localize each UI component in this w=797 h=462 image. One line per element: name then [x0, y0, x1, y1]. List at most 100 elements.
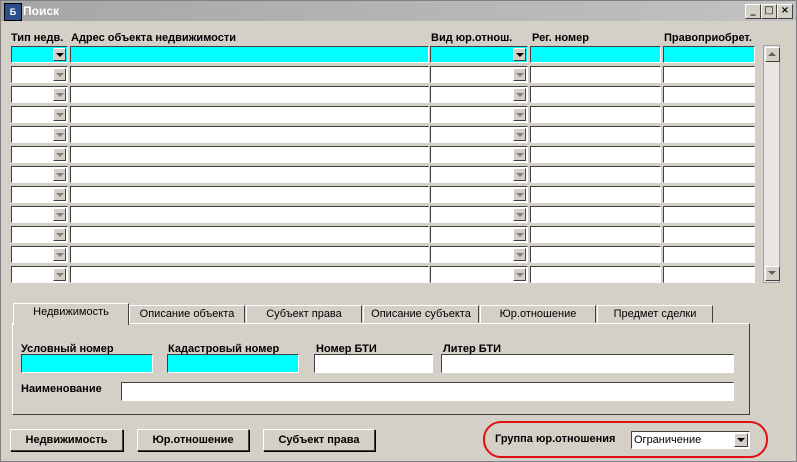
cell-type[interactable] — [11, 106, 68, 123]
chevron-down-icon[interactable] — [513, 208, 526, 221]
minimize-button[interactable]: _ — [745, 4, 761, 19]
tab-subject[interactable]: Субъект права — [246, 305, 362, 323]
chevron-down-icon[interactable] — [53, 88, 66, 101]
cell-type[interactable] — [11, 146, 68, 163]
cell-address[interactable] — [70, 206, 429, 223]
chevron-down-icon[interactable] — [53, 68, 66, 81]
chevron-down-icon[interactable] — [513, 268, 526, 281]
cell-reg-number[interactable] — [530, 106, 661, 123]
cell-rightholder[interactable] — [663, 106, 755, 123]
chevron-down-icon[interactable] — [53, 128, 66, 141]
cell-relation-kind[interactable] — [430, 106, 528, 123]
cell-reg-number[interactable] — [530, 126, 661, 143]
cadastral-number-field[interactable] — [167, 354, 299, 373]
cell-address[interactable] — [70, 146, 429, 163]
cell-type[interactable] — [11, 66, 68, 83]
cell-type[interactable] — [11, 206, 68, 223]
tab-deal-subject[interactable]: Предмет сделки — [597, 305, 713, 323]
cell-rightholder[interactable] — [663, 66, 755, 83]
maximize-button[interactable]: □ — [761, 4, 777, 19]
cell-relation-kind[interactable] — [430, 246, 528, 263]
legal-relation-button[interactable]: Юр.отношение — [137, 429, 249, 451]
cell-relation-kind[interactable] — [430, 266, 528, 283]
cell-type[interactable] — [11, 246, 68, 263]
cell-address[interactable] — [70, 166, 429, 183]
cell-relation-kind[interactable] — [430, 46, 528, 63]
chevron-down-icon[interactable] — [513, 228, 526, 241]
bti-number-field[interactable] — [314, 354, 433, 373]
cell-reg-number[interactable] — [530, 266, 661, 283]
cell-rightholder[interactable] — [663, 166, 755, 183]
cell-rightholder[interactable] — [663, 186, 755, 203]
cell-reg-number[interactable] — [530, 206, 661, 223]
cell-address[interactable] — [70, 86, 429, 103]
chevron-down-icon[interactable] — [513, 128, 526, 141]
cell-type[interactable] — [11, 46, 68, 63]
chevron-down-icon[interactable] — [53, 168, 66, 181]
cell-type[interactable] — [11, 126, 68, 143]
chevron-down-icon[interactable] — [53, 228, 66, 241]
cell-address[interactable] — [70, 126, 429, 143]
cell-rightholder[interactable] — [663, 206, 755, 223]
tab-subject-description[interactable]: Описание субъекта — [363, 305, 479, 323]
tab-property[interactable]: Недвижимость — [13, 303, 129, 325]
cell-reg-number[interactable] — [530, 246, 661, 263]
cell-rightholder[interactable] — [663, 46, 755, 63]
cell-address[interactable] — [70, 106, 429, 123]
cell-rightholder[interactable] — [663, 226, 755, 243]
chevron-down-icon[interactable] — [53, 188, 66, 201]
cell-address[interactable] — [70, 266, 429, 283]
cell-rightholder[interactable] — [663, 126, 755, 143]
chevron-down-icon[interactable] — [53, 208, 66, 221]
chevron-down-icon[interactable] — [513, 108, 526, 121]
cell-reg-number[interactable] — [530, 226, 661, 243]
cell-rightholder[interactable] — [663, 146, 755, 163]
cell-relation-kind[interactable] — [430, 66, 528, 83]
chevron-down-icon[interactable] — [53, 268, 66, 281]
cell-relation-kind[interactable] — [430, 186, 528, 203]
cell-rightholder[interactable] — [663, 246, 755, 263]
chevron-down-icon[interactable] — [53, 148, 66, 161]
cell-reg-number[interactable] — [530, 86, 661, 103]
cell-relation-kind[interactable] — [430, 206, 528, 223]
chevron-down-icon[interactable] — [513, 88, 526, 101]
cell-address[interactable] — [70, 66, 429, 83]
cell-reg-number[interactable] — [530, 186, 661, 203]
cell-relation-kind[interactable] — [430, 166, 528, 183]
conditional-number-field[interactable] — [21, 354, 153, 373]
cell-reg-number[interactable] — [530, 146, 661, 163]
cell-relation-kind[interactable] — [430, 226, 528, 243]
cell-address[interactable] — [70, 46, 429, 63]
cell-reg-number[interactable] — [530, 66, 661, 83]
chevron-down-icon[interactable] — [513, 68, 526, 81]
name-field[interactable] — [121, 382, 734, 401]
scroll-down-icon[interactable] — [765, 266, 780, 281]
chevron-down-icon[interactable] — [53, 108, 66, 121]
grid-scrollbar[interactable] — [763, 45, 780, 283]
chevron-down-icon[interactable] — [513, 168, 526, 181]
cell-address[interactable] — [70, 246, 429, 263]
chevron-down-icon[interactable] — [513, 148, 526, 161]
chevron-down-icon[interactable] — [53, 48, 66, 61]
cell-type[interactable] — [11, 226, 68, 243]
cell-address[interactable] — [70, 186, 429, 203]
cell-reg-number[interactable] — [530, 46, 661, 63]
property-button[interactable]: Недвижимость — [10, 429, 123, 451]
cell-rightholder[interactable] — [663, 86, 755, 103]
subject-button[interactable]: Субъект права — [263, 429, 375, 451]
chevron-down-icon[interactable] — [513, 188, 526, 201]
tab-object-description[interactable]: Описание объекта — [129, 305, 245, 323]
cell-type[interactable] — [11, 166, 68, 183]
cell-rightholder[interactable] — [663, 266, 755, 283]
cell-reg-number[interactable] — [530, 166, 661, 183]
close-button[interactable]: × — [777, 4, 793, 19]
chevron-down-icon[interactable] — [513, 248, 526, 261]
cell-relation-kind[interactable] — [430, 146, 528, 163]
chevron-down-icon[interactable] — [513, 48, 526, 61]
cell-relation-kind[interactable] — [430, 86, 528, 103]
cell-type[interactable] — [11, 266, 68, 283]
cell-type[interactable] — [11, 186, 68, 203]
chevron-down-icon[interactable] — [53, 248, 66, 261]
cell-address[interactable] — [70, 226, 429, 243]
scroll-up-icon[interactable] — [765, 47, 780, 62]
